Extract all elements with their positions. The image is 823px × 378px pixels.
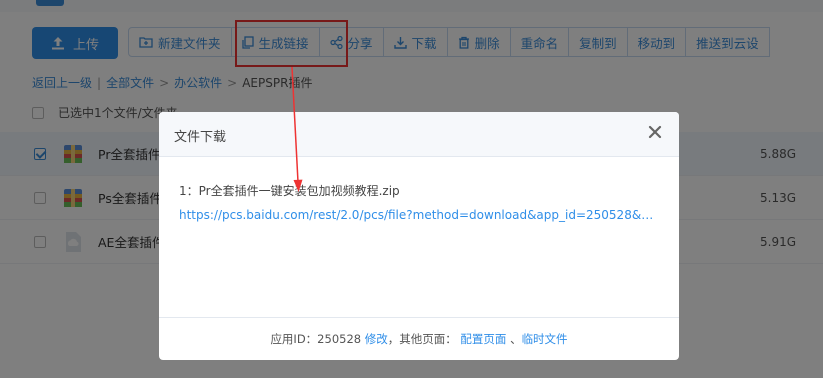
file-download-dialog: 文件下载 1：Pr全套插件一键安装包加视频教程.zip https://pcs.… — [159, 112, 679, 360]
separator-dot: 、 — [510, 332, 522, 346]
dialog-header: 文件下载 — [159, 112, 679, 157]
close-icon[interactable] — [647, 124, 663, 140]
dialog-title: 文件下载 — [174, 130, 227, 145]
app-id-label: 应用ID：250528 — [270, 332, 362, 346]
download-link[interactable]: https://pcs.baidu.com/rest/2.0/pcs/file?… — [179, 208, 657, 222]
modify-link[interactable]: 修改 — [365, 331, 388, 347]
other-pages-label: ，其他页面： — [387, 332, 457, 346]
temp-file-link[interactable]: 临时文件 — [522, 331, 568, 347]
dialog-body: 1：Pr全套插件一键安装包加视频教程.zip https://pcs.baidu… — [179, 182, 669, 222]
config-page-link[interactable]: 配置页面 — [460, 331, 506, 347]
download-file-name: 1：Pr全套插件一键安装包加视频教程.zip — [179, 184, 400, 198]
dialog-footer: 应用ID：250528 修改 ，其他页面： 配置页面 、临时文件 — [159, 317, 679, 360]
